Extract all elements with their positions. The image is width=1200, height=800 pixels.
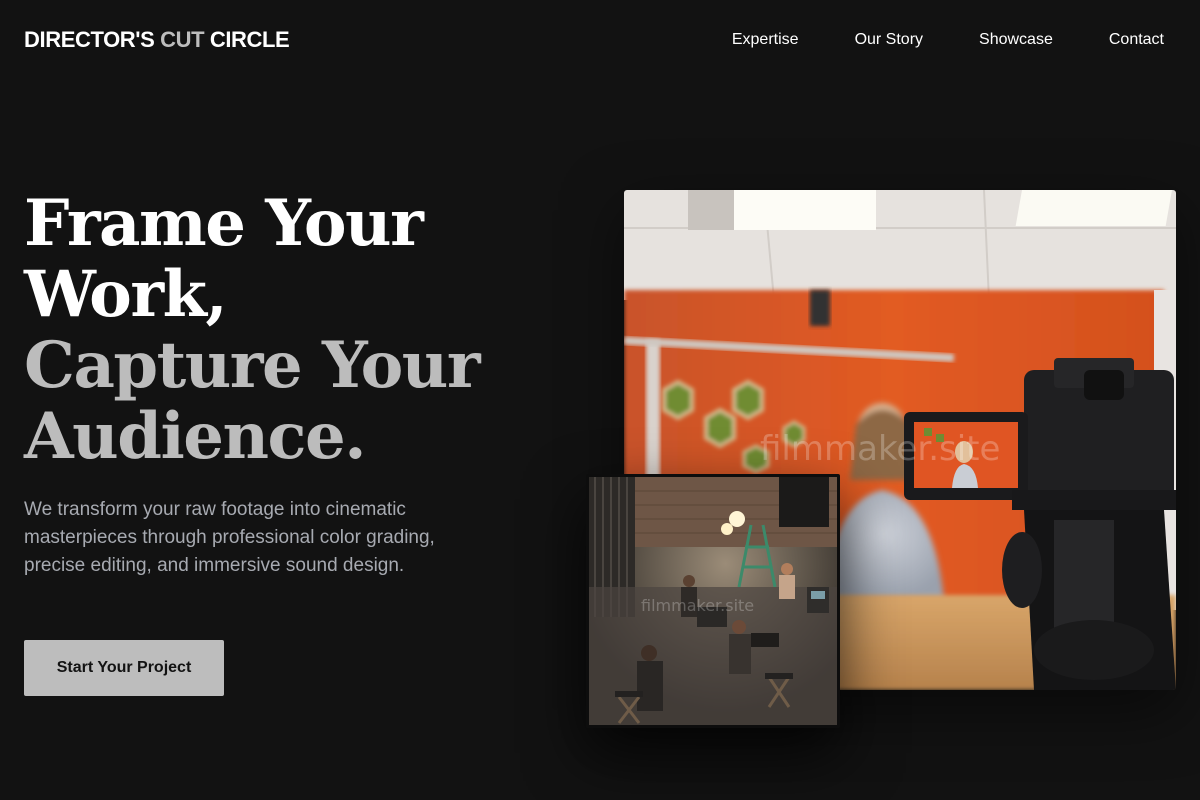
nav-link-expertise[interactable]: Expertise — [732, 28, 799, 52]
site-logo[interactable]: DIRECTOR'S CUT CIRCLE — [24, 27, 290, 53]
start-project-button[interactable]: Start Your Project — [24, 640, 224, 696]
hero-headline: Frame Your Work, Capture Your Audience. — [24, 186, 481, 474]
film-set-photo: filmmaker.site — [586, 474, 840, 728]
landing-page: DIRECTOR'S CUT CIRCLE Expertise Our Stor… — [0, 0, 1200, 800]
logo-text-accent: CUT — [160, 27, 205, 52]
headline-line-1: Frame Your — [24, 186, 424, 261]
nav-link-our-story[interactable]: Our Story — [855, 28, 923, 52]
nav-link-contact[interactable]: Contact — [1109, 28, 1164, 52]
nav-link-showcase[interactable]: Showcase — [979, 28, 1053, 52]
main-image-watermark: filmmaker.site — [760, 429, 1000, 469]
main-nav: Expertise Our Story Showcase Contact — [732, 28, 1164, 52]
inset-image-watermark: filmmaker.site — [641, 596, 754, 615]
logo-text-end: CIRCLE — [204, 27, 290, 52]
headline-line-4: Audience. — [24, 399, 366, 474]
headline-line-3: Capture Your — [24, 328, 481, 403]
hero-description: We transform your raw footage into cinem… — [24, 499, 435, 576]
headline-line-2: Work, — [24, 257, 228, 332]
logo-text-start: DIRECTOR'S — [24, 27, 161, 52]
